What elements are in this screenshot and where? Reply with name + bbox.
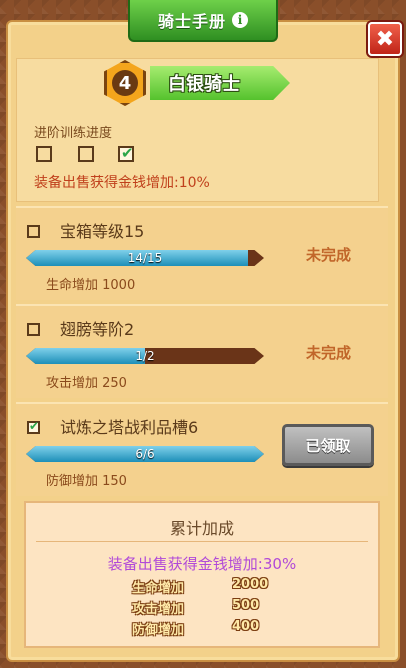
info-icon[interactable]: i — [232, 12, 248, 28]
quest-progress-text: 6/6 — [135, 447, 155, 461]
quest-bonus: 防御增加 150 — [46, 474, 127, 489]
quest-name: 宝箱等级15 — [60, 222, 145, 241]
quest-bonus: 生命增加 1000 — [46, 278, 136, 293]
quest-progress-bar: 1/2 — [26, 348, 264, 364]
claimed-button[interactable]: 已领取 — [282, 424, 374, 466]
quest-status: 未完成 — [306, 246, 352, 264]
rank-level: 4 — [112, 70, 138, 96]
advancement-label: 进阶训练进度 — [34, 126, 113, 141]
quest-row: ✔ 试炼之塔战利品槽6 6/6 防御增加 150 已领取 — [16, 402, 388, 496]
advancement-checkbox-1 — [36, 146, 52, 162]
rank-name: 白银骑士 — [168, 74, 240, 95]
advancement-checkbox-3: ✔ — [118, 144, 134, 162]
summary-title: 累计加成 — [169, 519, 234, 538]
stat-label: 生命增加 — [132, 581, 185, 596]
divider — [36, 541, 368, 542]
summary-total: 装备出售获得金钱增加:30% — [107, 555, 297, 573]
check-icon: ✔ — [121, 144, 134, 162]
stat-value: 400 — [232, 619, 260, 634]
quest-checkbox: ✔ — [27, 419, 40, 434]
advancement-reward: 装备出售获得金钱增加:10% — [34, 175, 210, 191]
close-icon: ✖ — [375, 26, 395, 52]
rank-banner: 白银骑士 — [150, 66, 290, 100]
quest-row: 宝箱等级15 14/15 生命增加 1000 未完成 — [16, 206, 388, 300]
quest-progress-bar: 6/6 — [26, 446, 264, 462]
quest-bonus: 攻击增加 250 — [46, 376, 127, 391]
stat-label: 防御增加 — [132, 623, 185, 638]
quest-checkbox — [27, 323, 40, 336]
quest-name: 试炼之塔战利品槽6 — [60, 418, 199, 437]
stat-row: 防御增加 400 — [132, 619, 292, 638]
stat-label: 攻击增加 — [132, 602, 185, 617]
summary-panel: 累计加成 装备出售获得金钱增加:30% 生命增加 2000 攻击增加 500 防… — [24, 501, 380, 648]
quest-status: 未完成 — [306, 344, 352, 362]
quest-progress-text: 1/2 — [135, 349, 155, 363]
window-title: 骑士手册 — [157, 12, 226, 31]
check-icon: ✔ — [29, 419, 40, 433]
quest-progress-bar: 14/15 — [26, 250, 264, 266]
quest-row: 翅膀等阶2 1/2 攻击增加 250 未完成 — [16, 304, 388, 398]
quest-checkbox — [27, 225, 40, 238]
close-button[interactable]: ✖ — [368, 22, 402, 56]
quest-name: 翅膀等阶2 — [60, 320, 135, 339]
advancement-checkbox-2 — [78, 146, 94, 162]
stat-value: 2000 — [232, 577, 269, 592]
stat-row: 攻击增加 500 — [132, 598, 292, 617]
stat-value: 500 — [232, 598, 260, 613]
stat-row: 生命增加 2000 — [132, 577, 292, 596]
title-ribbon: 骑士手册 i — [128, 0, 278, 42]
quest-progress-text: 14/15 — [127, 251, 163, 265]
